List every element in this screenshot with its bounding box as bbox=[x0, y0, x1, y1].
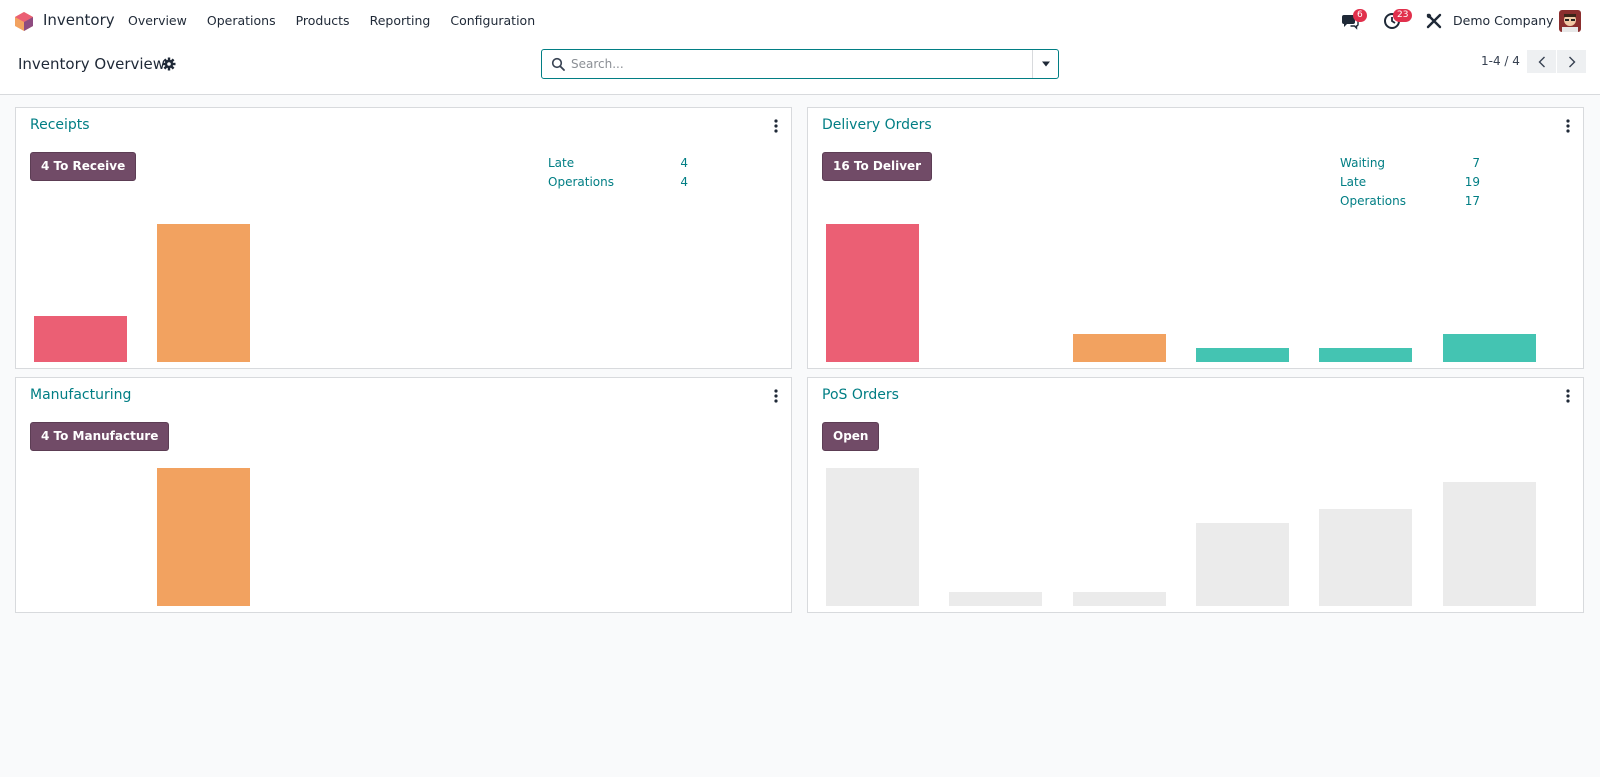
delivery-orders-graph-bar[interactable] bbox=[1072, 334, 1166, 362]
receipts-primary-button[interactable]: 4 To Receive bbox=[30, 152, 137, 181]
inventory-app-icon[interactable] bbox=[15, 12, 33, 31]
chevron-left-icon bbox=[1538, 56, 1545, 67]
stat-row-operations[interactable]: Operations 4 bbox=[548, 172, 688, 191]
stat-value[interactable]: 7 bbox=[1450, 156, 1480, 170]
pos-orders-primary-button[interactable]: Open bbox=[822, 422, 880, 451]
stat-label[interactable]: Operations bbox=[1340, 194, 1450, 208]
manufacturing-kebab-menu-icon[interactable] bbox=[769, 388, 783, 404]
receipts-card: Receipts 4 To Receive Late 4 Operations 4 bbox=[15, 107, 792, 369]
gear-icon[interactable] bbox=[162, 57, 176, 71]
pos-orders-card: PoS Orders Open bbox=[807, 377, 1584, 613]
stat-label[interactable]: Late bbox=[548, 156, 648, 170]
stat-row-waiting[interactable]: Waiting 7 bbox=[1340, 153, 1480, 172]
pos-orders-graph-bar[interactable] bbox=[949, 592, 1043, 606]
menu-item-products[interactable]: Products bbox=[296, 13, 350, 28]
receipts-stats: Late 4 Operations 4 bbox=[548, 153, 688, 191]
pos-orders-graph-bar[interactable] bbox=[826, 468, 919, 606]
user-avatar[interactable] bbox=[1559, 10, 1581, 32]
pager-previous-button[interactable] bbox=[1527, 50, 1556, 73]
search-options-toggle[interactable] bbox=[1032, 50, 1058, 78]
delivery-orders-kebab-menu-icon[interactable] bbox=[1561, 118, 1575, 134]
delivery-orders-title[interactable]: Delivery Orders bbox=[822, 117, 932, 133]
receipts-kebab-menu-icon[interactable] bbox=[769, 118, 783, 134]
delivery-orders-graph-bar[interactable] bbox=[1196, 348, 1289, 362]
main-menu: Overview Operations Products Reporting C… bbox=[128, 13, 555, 28]
menu-item-overview[interactable]: Overview bbox=[128, 13, 187, 28]
stat-row-operations[interactable]: Operations 17 bbox=[1340, 191, 1480, 210]
receipts-title[interactable]: Receipts bbox=[30, 117, 90, 133]
stat-value[interactable]: 17 bbox=[1450, 194, 1480, 208]
pager-next-button[interactable] bbox=[1557, 50, 1586, 73]
manufacturing-card: Manufacturing 4 To Manufacture bbox=[15, 377, 792, 613]
page-title: Inventory Overview bbox=[18, 55, 166, 73]
messages-badge: 6 bbox=[1353, 9, 1367, 22]
menu-item-configuration[interactable]: Configuration bbox=[450, 13, 535, 28]
activities-badge: 23 bbox=[1393, 9, 1413, 22]
control-panel: Inventory Overview 1-4 / 4 bbox=[0, 42, 1600, 95]
stat-value[interactable]: 4 bbox=[648, 175, 688, 189]
manufacturing-graph-bar[interactable] bbox=[157, 468, 251, 606]
stat-label[interactable]: Waiting bbox=[1340, 156, 1450, 170]
receipts-graph-bar[interactable] bbox=[157, 224, 251, 362]
delivery-orders-card: Delivery Orders 16 To Deliver Waiting 7 Late… bbox=[807, 107, 1584, 369]
stat-row-late[interactable]: Late 4 bbox=[548, 153, 688, 172]
search-icon bbox=[551, 57, 565, 71]
pos-orders-graph-bar[interactable] bbox=[1442, 482, 1536, 606]
stat-value[interactable]: 4 bbox=[648, 156, 688, 170]
menu-item-operations[interactable]: Operations bbox=[207, 13, 276, 28]
manufacturing-title[interactable]: Manufacturing bbox=[30, 387, 131, 403]
delivery-orders-graph-bar[interactable] bbox=[826, 224, 919, 362]
top-navbar: Inventory Overview Operations Products R… bbox=[0, 0, 1600, 42]
pos-orders-title[interactable]: PoS Orders bbox=[822, 387, 899, 403]
stat-value[interactable]: 19 bbox=[1450, 175, 1480, 189]
stat-row-late[interactable]: Late 19 bbox=[1340, 172, 1480, 191]
stat-label[interactable]: Operations bbox=[548, 175, 648, 189]
pos-orders-graph-bar[interactable] bbox=[1072, 592, 1166, 606]
manufacturing-primary-button[interactable]: 4 To Manufacture bbox=[30, 422, 170, 451]
pos-orders-graph-bar[interactable] bbox=[1319, 509, 1413, 606]
app-name[interactable]: Inventory bbox=[43, 11, 115, 29]
pos-orders-kebab-menu-icon[interactable] bbox=[1561, 388, 1575, 404]
company-switcher[interactable]: Demo Company bbox=[1453, 13, 1554, 28]
search-box bbox=[541, 49, 1059, 79]
caret-down-icon bbox=[1041, 61, 1050, 67]
delivery-orders-primary-button[interactable]: 16 To Deliver bbox=[822, 152, 933, 181]
receipts-graph-bar[interactable] bbox=[34, 316, 127, 362]
pager-value[interactable]: 1-4 / 4 bbox=[1481, 54, 1520, 68]
menu-item-reporting[interactable]: Reporting bbox=[370, 13, 431, 28]
tools-icon[interactable] bbox=[1425, 12, 1443, 30]
delivery-orders-stats: Waiting 7 Late 19 Operations 17 bbox=[1340, 153, 1480, 210]
delivery-orders-graph-bar[interactable] bbox=[1442, 334, 1536, 362]
search-input[interactable] bbox=[571, 54, 1021, 74]
pos-orders-graph-bar[interactable] bbox=[1196, 523, 1289, 606]
chevron-right-icon bbox=[1568, 56, 1575, 67]
delivery-orders-graph-bar[interactable] bbox=[1319, 348, 1413, 362]
stat-label[interactable]: Late bbox=[1340, 175, 1450, 189]
